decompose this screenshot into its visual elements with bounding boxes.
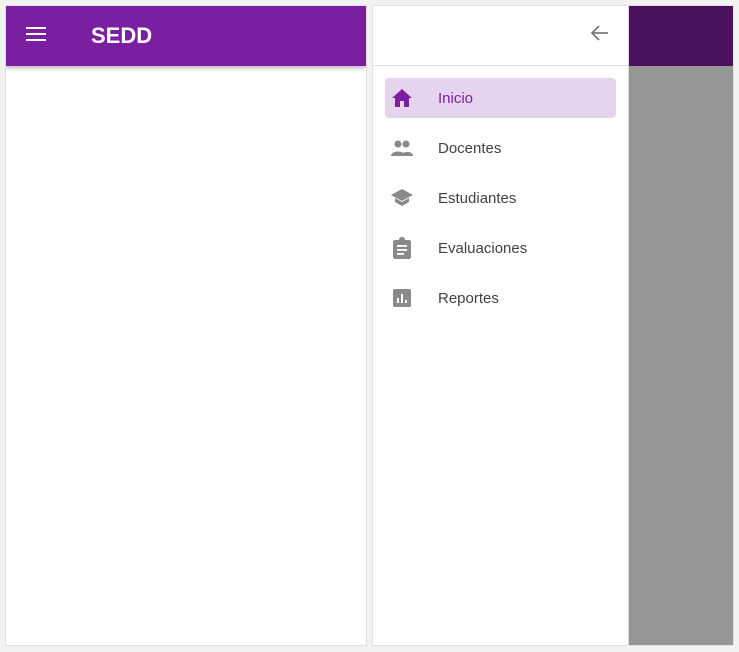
nav-item-label: Estudiantes xyxy=(438,189,517,207)
assignment-icon xyxy=(390,236,414,260)
navigation-drawer: Inicio Docentes Estudiantes Evaluaciones xyxy=(373,6,629,645)
drawer-header xyxy=(373,6,628,66)
app-bar: SEDD xyxy=(6,6,366,66)
nav-item-docentes[interactable]: Docentes xyxy=(385,128,616,168)
arrow-back-icon xyxy=(590,25,609,46)
drawer-open-view: Inicio Docentes Estudiantes Evaluaciones xyxy=(372,5,734,646)
nav-item-label: Reportes xyxy=(438,289,499,307)
drawer-nav-list: Inicio Docentes Estudiantes Evaluaciones xyxy=(373,66,628,318)
nav-item-label: Inicio xyxy=(438,89,474,107)
menu-icon xyxy=(26,26,46,46)
nav-item-label: Docentes xyxy=(438,139,502,157)
app-title: SEDD xyxy=(91,23,153,48)
people-icon xyxy=(390,136,414,160)
nav-item-reportes[interactable]: Reportes xyxy=(385,278,616,318)
menu-button[interactable] xyxy=(6,6,66,66)
nav-item-inicio[interactable]: Inicio xyxy=(385,78,616,118)
main-app-view: SEDD xyxy=(5,5,367,646)
bar-chart-icon xyxy=(390,286,414,310)
nav-item-evaluaciones[interactable]: Evaluaciones xyxy=(385,228,616,268)
close-drawer-button[interactable] xyxy=(588,24,612,48)
nav-item-label: Evaluaciones xyxy=(438,239,528,257)
nav-item-estudiantes[interactable]: Estudiantes xyxy=(385,178,616,218)
home-icon xyxy=(390,86,414,110)
school-icon xyxy=(390,186,414,210)
